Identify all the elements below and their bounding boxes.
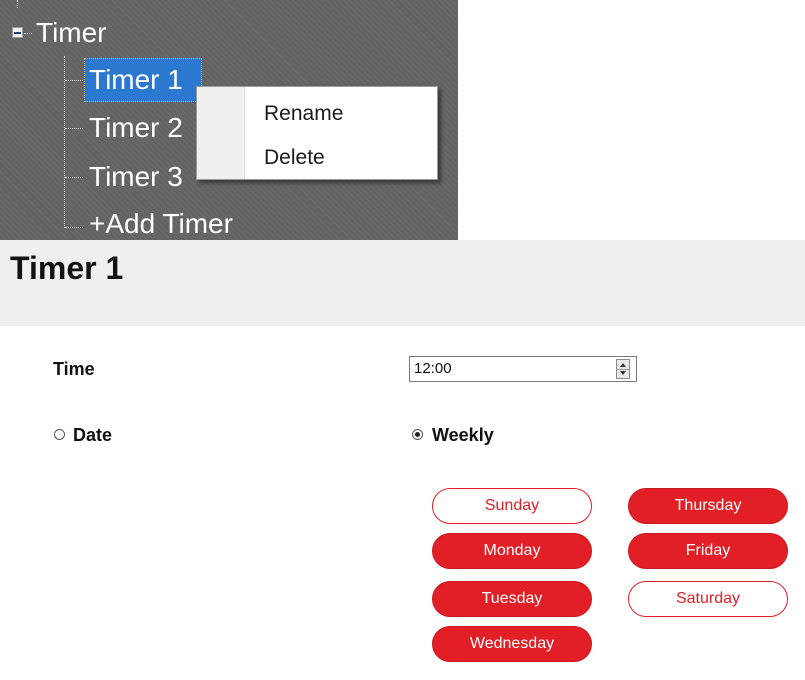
timer-tree-panel: Timer Timer 1 Timer 2 Timer 3 +Add Timer… <box>0 0 458 240</box>
delete-menu-item[interactable]: Delete <box>264 145 325 171</box>
day-thursday-button[interactable]: Thursday <box>628 488 788 524</box>
time-label: Time <box>53 359 95 379</box>
tree-item-timer-3[interactable]: Timer 3 <box>89 160 183 194</box>
day-tuesday-button[interactable]: Tuesday <box>432 581 592 617</box>
time-spinner[interactable] <box>616 359 630 379</box>
tree-connector <box>65 227 83 228</box>
day-wednesday-button[interactable]: Wednesday <box>432 626 592 662</box>
day-saturday-button[interactable]: Saturday <box>628 581 788 617</box>
tree-item-timer-2[interactable]: Timer 2 <box>89 111 183 145</box>
tree-connector <box>64 56 65 228</box>
day-friday-button[interactable]: Friday <box>628 533 788 569</box>
tree-item-label[interactable]: Timer 1 <box>89 63 183 97</box>
weekly-radio-label[interactable]: Weekly <box>432 424 494 446</box>
tree-connector <box>17 0 18 8</box>
collapse-icon[interactable] <box>12 27 23 38</box>
date-radio[interactable] <box>54 429 65 440</box>
context-menu-gutter <box>197 87 245 179</box>
rename-menu-item[interactable]: Rename <box>264 101 343 127</box>
tree-connector <box>65 177 83 178</box>
weekly-radio[interactable] <box>412 429 423 440</box>
tree-connector <box>65 80 83 81</box>
tree-connector <box>65 128 83 129</box>
time-value[interactable]: 12:00 <box>414 360 452 378</box>
page-title: Timer 1 <box>10 250 124 286</box>
detail-header: Timer 1 <box>0 240 805 326</box>
tree-root-timer[interactable]: Timer <box>36 16 107 50</box>
date-radio-label[interactable]: Date <box>73 424 112 446</box>
context-menu: Rename Delete <box>196 86 438 180</box>
day-monday-button[interactable]: Monday <box>432 533 592 569</box>
tree-item-add-timer[interactable]: +Add Timer <box>89 207 233 240</box>
spin-down-icon[interactable] <box>620 371 626 375</box>
tree-connector <box>24 33 32 34</box>
spin-up-icon[interactable] <box>620 363 626 367</box>
day-sunday-button[interactable]: Sunday <box>432 488 592 524</box>
time-input[interactable]: 12:00 <box>409 356 637 382</box>
